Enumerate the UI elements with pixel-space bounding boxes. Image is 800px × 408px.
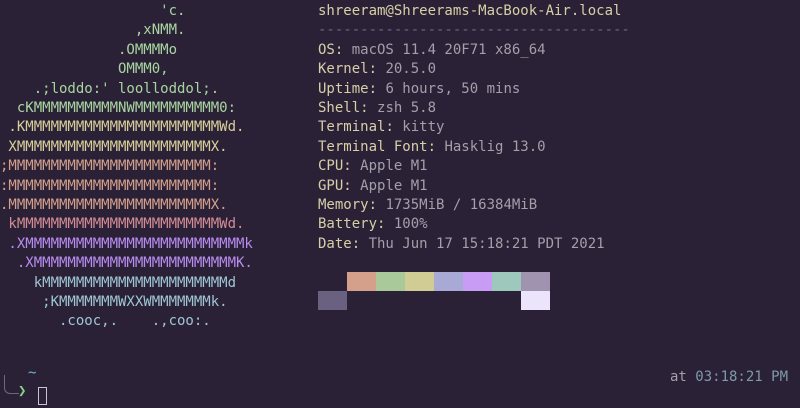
logo-line: .OMMMMo xyxy=(0,41,178,58)
info-row: CPU: Apple M1 xyxy=(318,157,630,176)
info-key-suffix: : xyxy=(343,177,361,194)
info-key-suffix: : xyxy=(377,216,394,233)
palette-swatch-bottom-3 xyxy=(405,291,434,310)
info-rows: OS: macOS 11.4 20F71 x86_64 Kernel: 20.5.… xyxy=(318,41,630,254)
info-key: Shell xyxy=(318,99,361,116)
info-key-suffix: : xyxy=(368,80,386,97)
palette-swatch-top-7 xyxy=(521,272,550,291)
info-key-suffix: : xyxy=(334,41,352,58)
info-row: OS: macOS 11.4 20F71 x86_64 xyxy=(318,41,630,60)
status-at-label: at xyxy=(669,369,687,385)
logo-line: .KMMMMMMMMMMMMMMMMMMMMMMMWd. xyxy=(0,119,245,136)
info-value: Thu Jun 17 15:18:21 PDT 2021 xyxy=(368,235,605,252)
logo-line: .cooc,. .,coo:. xyxy=(0,313,211,330)
logo-line: XMMMMMMMMMMMMMMMMMMMMMMMX. xyxy=(0,138,228,155)
info-key-suffix: : xyxy=(368,196,386,213)
info-value: Hasklig 13.0 xyxy=(444,138,546,155)
info-row: Battery: 100% xyxy=(318,215,630,234)
status-time: 03:18:21 PM xyxy=(695,369,788,385)
info-key: GPU xyxy=(318,177,344,194)
palette-swatch-top-5 xyxy=(463,272,492,291)
logo-line: OMMM0, xyxy=(0,61,169,78)
palette-swatch-top-2 xyxy=(376,272,405,291)
info-row: Terminal Font: Hasklig 13.0 xyxy=(318,138,630,157)
prompt-chevron-icon: ❯ xyxy=(18,383,27,399)
palette-swatch-top-1 xyxy=(347,272,376,291)
info-key: Kernel xyxy=(318,61,369,78)
palette-swatch-top-4 xyxy=(434,272,463,291)
info-row: Kernel: 20.5.0 xyxy=(318,60,630,79)
user-host-title: shreeram@Shreerams-MacBook-Air.local xyxy=(318,3,622,19)
logo-line: ,xNMM. xyxy=(0,22,186,39)
palette-swatch-bottom-0 xyxy=(318,291,347,310)
system-info-panel: shreeram@Shreerams-MacBook-Air.local ---… xyxy=(318,2,630,254)
logo-line: .XMMMMMMMMMMMMMMMMMMMMMMMMMMk xyxy=(0,235,253,252)
palette-swatch-bottom-6 xyxy=(492,291,521,310)
palette-swatch-bottom-1 xyxy=(347,291,376,310)
logo-line: 'c. xyxy=(0,3,186,19)
info-key-suffix: : xyxy=(343,158,361,175)
info-value: 20.5.0 xyxy=(385,61,437,78)
logo-line: .XMMMMMMMMMMMMMMMMMMMMMMMMK. xyxy=(0,255,253,272)
palette-swatch-top-0 xyxy=(318,272,347,291)
prompt-status: at 03:18:21 PM xyxy=(670,369,788,385)
info-key: Memory xyxy=(318,196,369,213)
prompt-cwd: ~ xyxy=(28,365,37,381)
info-key: Date xyxy=(318,235,352,252)
info-value: kitty xyxy=(402,119,445,136)
palette-swatch-bottom-4 xyxy=(434,291,463,310)
info-key: Terminal xyxy=(318,119,386,136)
palette-swatch-bottom-7 xyxy=(521,291,550,310)
info-row: Uptime: 6 hours, 50 mins xyxy=(318,80,630,99)
shell-prompt[interactable]: ~ ❯ at 03:18:21 PM xyxy=(0,365,800,405)
info-value: zsh 5.8 xyxy=(377,99,437,116)
palette-swatch-bottom-2 xyxy=(376,291,405,310)
logo-line: ;KMMMMMMMWXXWMMMMMMMk. xyxy=(0,294,228,310)
logo-line: ;MMMMMMMMMMMMMMMMMMMMMMMM: xyxy=(0,158,220,175)
info-row: Terminal: kitty xyxy=(318,118,630,137)
logo-line: :MMMMMMMMMMMMMMMMMMMMMMMM: xyxy=(0,177,220,194)
info-key-suffix: : xyxy=(351,235,369,252)
info-key: CPU xyxy=(318,158,344,175)
info-value: 1735MiB / 16384MiB xyxy=(385,196,538,213)
text-cursor[interactable] xyxy=(38,387,47,405)
info-key-suffix: : xyxy=(360,99,378,116)
info-value: Apple M1 xyxy=(360,177,428,194)
info-value: 100% xyxy=(393,216,428,233)
info-key: Battery xyxy=(318,216,378,233)
logo-line: .;loddo:' loolloddol;. xyxy=(0,80,220,97)
logo-line: kMMMMMMMMMMMMMMMMMMMMMMMMWd. xyxy=(0,216,245,233)
info-key: Uptime xyxy=(318,80,369,97)
header-separator: ------------------------------------- xyxy=(318,22,630,39)
terminal-window[interactable]: 'c. ,xNMM. .OMMMMo OMMM0, .;loddo:' lool… xyxy=(0,0,800,408)
info-row: Date: Thu Jun 17 15:18:21 PDT 2021 xyxy=(318,235,630,254)
info-key: OS xyxy=(318,41,335,58)
palette-swatch-top-6 xyxy=(492,272,521,291)
palette-swatch-top-3 xyxy=(405,272,434,291)
info-value: 6 hours, 50 mins xyxy=(385,80,521,97)
info-row: GPU: Apple M1 xyxy=(318,177,630,196)
info-value: macOS 11.4 20F71 x86_64 xyxy=(351,41,546,58)
logo-line: .MMMMMMMMMMMMMMMMMMMMMMMMX. xyxy=(0,197,228,213)
prompt-corner-line xyxy=(4,375,19,394)
info-row: Shell: zsh 5.8 xyxy=(318,99,630,118)
info-value: Apple M1 xyxy=(360,158,428,175)
info-key-suffix: : xyxy=(368,61,386,78)
logo-line: kMMMMMMMMMMMMMMMMMMMMMMd xyxy=(0,274,237,291)
logo-line: cKMMMMMMMMMMNWMMMMMMMMMM0: xyxy=(0,100,237,116)
info-key: Terminal Font xyxy=(318,138,428,155)
info-row: Memory: 1735MiB / 16384MiB xyxy=(318,196,630,215)
info-key-suffix: : xyxy=(385,119,403,136)
info-key-suffix: : xyxy=(427,138,445,155)
palette-swatch-bottom-5 xyxy=(463,291,492,310)
